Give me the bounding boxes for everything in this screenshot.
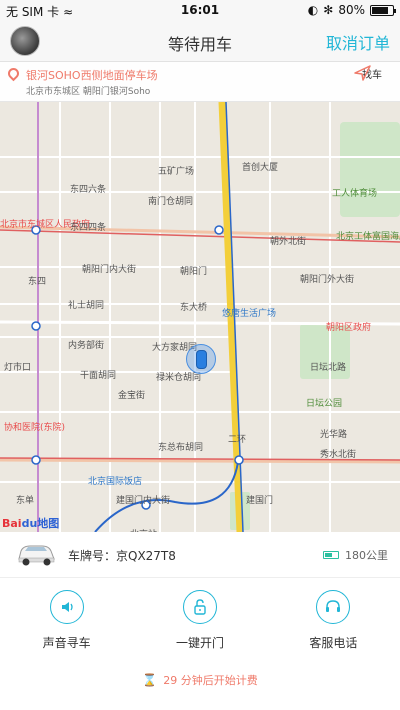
sound-find-car-label: 声音寻车 (42, 636, 91, 650)
map-label: 东四六条 (70, 185, 107, 195)
car-image (18, 545, 55, 566)
unlock-door-label: 一键开门 (175, 636, 224, 650)
billing-timer: ⌛ 29 分钟后开始计费 (0, 672, 400, 688)
map-label: 内务部街 (68, 341, 105, 351)
map-label: 北京工体富国海底世界 (336, 232, 400, 242)
lock-rotation-icon: ◐ (307, 3, 319, 17)
map-label: 朝阳门 (180, 267, 208, 277)
status-right: ◐ ✻ 80% (307, 3, 396, 17)
map-roads (0, 101, 400, 532)
map-label: 东单 (16, 496, 35, 506)
map-label: 东大桥 (180, 303, 208, 313)
baidu-logo-b: du地图 (21, 517, 60, 530)
map-label: 悠唐生活广场 (222, 309, 277, 319)
map-label: 建国门内大街 (116, 496, 171, 506)
location-bar: 银河SOHO西侧地面停车场 北京市东城区 朝阳门银河Soho 找车 (0, 62, 400, 102)
car-battery-fill (325, 553, 333, 557)
map-label: 日坛公园 (306, 399, 343, 409)
range-text: 180公里 (345, 549, 388, 562)
map-label: 南门仓胡同 (148, 197, 194, 207)
car-location-marker[interactable] (186, 344, 216, 374)
unlock-icon (182, 590, 217, 624)
battery-percent: 80% (338, 3, 365, 17)
map-label: 工人体育场 (332, 189, 378, 199)
bluetooth-icon: ✻ (323, 3, 334, 17)
map-label: 北京国际饭店 (88, 477, 143, 487)
license-plate: 车牌号：京QX27T8 (68, 549, 176, 563)
status-bar: 无 SIM 卡 ≈ 16:01 ◐ ✻ 80% (0, 0, 400, 20)
map-label: 朝阳门内大街 (82, 265, 137, 275)
battery-fill (372, 6, 388, 14)
map-label: 礼士胡同 (68, 301, 105, 311)
customer-service-label: 客服电话 (309, 636, 358, 650)
map-label: 光华路 (320, 430, 348, 440)
unlock-door-button[interactable]: 一键开门 (133, 580, 266, 660)
map-label: 五矿广场 (158, 167, 195, 177)
map-label: 建国门 (246, 496, 274, 506)
map-label: 协和医院(东院) (4, 423, 66, 433)
map-label: 东总布胡同 (158, 443, 204, 453)
location-pin-icon (5, 65, 22, 82)
sound-find-car-button[interactable]: 声音寻车 (0, 580, 133, 660)
map-label: 灯市口 (4, 363, 32, 373)
car-icon (196, 350, 207, 369)
car-battery-icon (323, 551, 339, 559)
find-car-button[interactable]: 找车 (352, 65, 392, 99)
car-info-bar: 车牌号：京QX27T8 180公里 (0, 532, 400, 578)
map-view[interactable]: 五矿广场首创大厦工人体育场东四六条南门仓胡同北京工体富国海底世界北京市东城区人民… (0, 62, 400, 532)
speaker-icon (49, 590, 84, 624)
action-bar: 声音寻车 一键开门 客服电话 (0, 580, 400, 660)
nav-bar: 等待用车 取消订单 (0, 20, 400, 62)
range-indicator: 180公里 (323, 547, 388, 563)
map-label: 金宝街 (118, 391, 146, 401)
battery-icon (370, 4, 396, 16)
customer-service-button[interactable]: 客服电话 (267, 580, 400, 660)
headset-icon (316, 590, 351, 624)
baidu-logo-a: Bai (2, 517, 22, 530)
map-label: 日坛北路 (310, 363, 347, 373)
map-label: 东四 (28, 277, 47, 287)
map-label: 干面胡同 (80, 371, 117, 381)
map-label: 二环 (228, 435, 247, 445)
hourglass-icon: ⌛ (142, 673, 158, 687)
map-label: 秀水北街 (320, 450, 357, 460)
map-label: 朝阳门外大街 (300, 275, 355, 285)
cancel-order-button[interactable]: 取消订单 (326, 30, 390, 54)
map-label: 朝外北街 (270, 237, 307, 247)
parking-location-address: 北京市东城区 朝阳门银河Soho (26, 87, 151, 97)
map-label: 朝阳区政府 (326, 323, 372, 333)
baidu-map-logo: Baidu地图 (2, 515, 59, 531)
map-label: 首创大厦 (242, 163, 279, 173)
map-label: 东四四条 (70, 223, 107, 233)
billing-timer-text: 29 分钟后开始计费 (163, 674, 258, 687)
parking-location-name: 银河SOHO西侧地面停车场 (26, 69, 158, 82)
navigate-arrow-icon (354, 65, 371, 81)
